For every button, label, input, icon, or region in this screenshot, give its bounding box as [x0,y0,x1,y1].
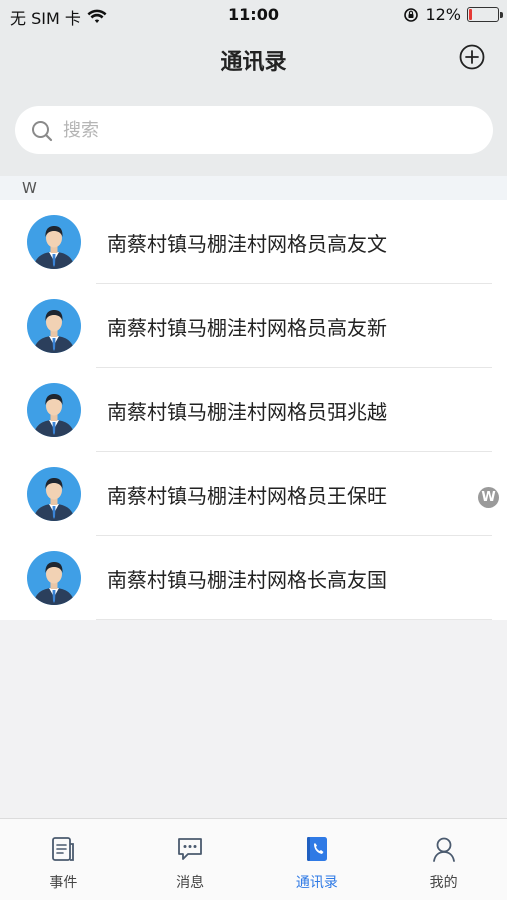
battery-level-fill [469,9,472,20]
add-contact-button[interactable] [459,44,485,70]
contact-name: 南蔡村镇马棚洼村网格员王保旺 [107,484,387,508]
battery-percent: 12% [425,5,461,24]
battery-icon [467,7,503,22]
tab-label: 通讯录 [295,875,338,891]
nav-bar: 通讯录 [0,30,507,86]
contact-list: 南蔡村镇马棚洼村网格员高友文 南蔡村镇马棚洼村网格员高友新 南蔡村镇马棚洼村网格… [0,200,507,620]
contact-row[interactable]: 南蔡村镇马棚洼村网格长高友国 [0,536,507,620]
contacts-book-icon [306,837,327,861]
avatar [27,383,81,437]
search-box[interactable] [15,106,493,154]
person-icon [432,837,455,862]
section-header-letter: W [0,176,507,200]
tab-label: 我的 [429,875,458,891]
contact-name: 南蔡村镇马棚洼村网格员高友文 [107,232,387,256]
search-area [0,86,507,176]
avatar [27,551,81,605]
tab-events[interactable]: 事件 [0,819,127,900]
contact-name: 南蔡村镇马棚洼村网格员高友新 [107,316,387,340]
search-icon [32,121,53,142]
index-letter-w[interactable]: W [478,487,499,508]
search-input[interactable] [63,106,473,154]
status-bar: 无 SIM 卡 11:00 12% [0,0,507,30]
orientation-lock-icon [404,7,419,22]
tab-label: 事件 [49,875,78,891]
contact-name: 南蔡村镇马棚洼村网格长高友国 [107,568,387,592]
chat-icon [178,838,203,860]
tab-mine[interactable]: 我的 [380,819,507,900]
tab-label: 消息 [176,875,205,891]
page-title: 通讯录 [220,50,287,75]
document-icon [52,837,75,861]
tab-contacts[interactable]: 通讯录 [254,819,381,900]
contact-name: 南蔡村镇马棚洼村网格员弭兆越 [107,400,387,424]
row-divider [96,619,492,620]
contact-row[interactable]: 南蔡村镇马棚洼村网格员弭兆越 [0,368,507,452]
contact-row[interactable]: 南蔡村镇马棚洼村网格员高友新 [0,284,507,368]
avatar [27,467,81,521]
tab-bar: 事件 消息 通讯录 我的 [0,818,507,900]
avatar [27,215,81,269]
status-right: 12% [403,5,503,24]
avatar [27,299,81,353]
contact-row[interactable]: 南蔡村镇马棚洼村网格员高友文 [0,200,507,284]
contact-row[interactable]: 南蔡村镇马棚洼村网格员王保旺 [0,452,507,536]
tab-messages[interactable]: 消息 [127,819,254,900]
